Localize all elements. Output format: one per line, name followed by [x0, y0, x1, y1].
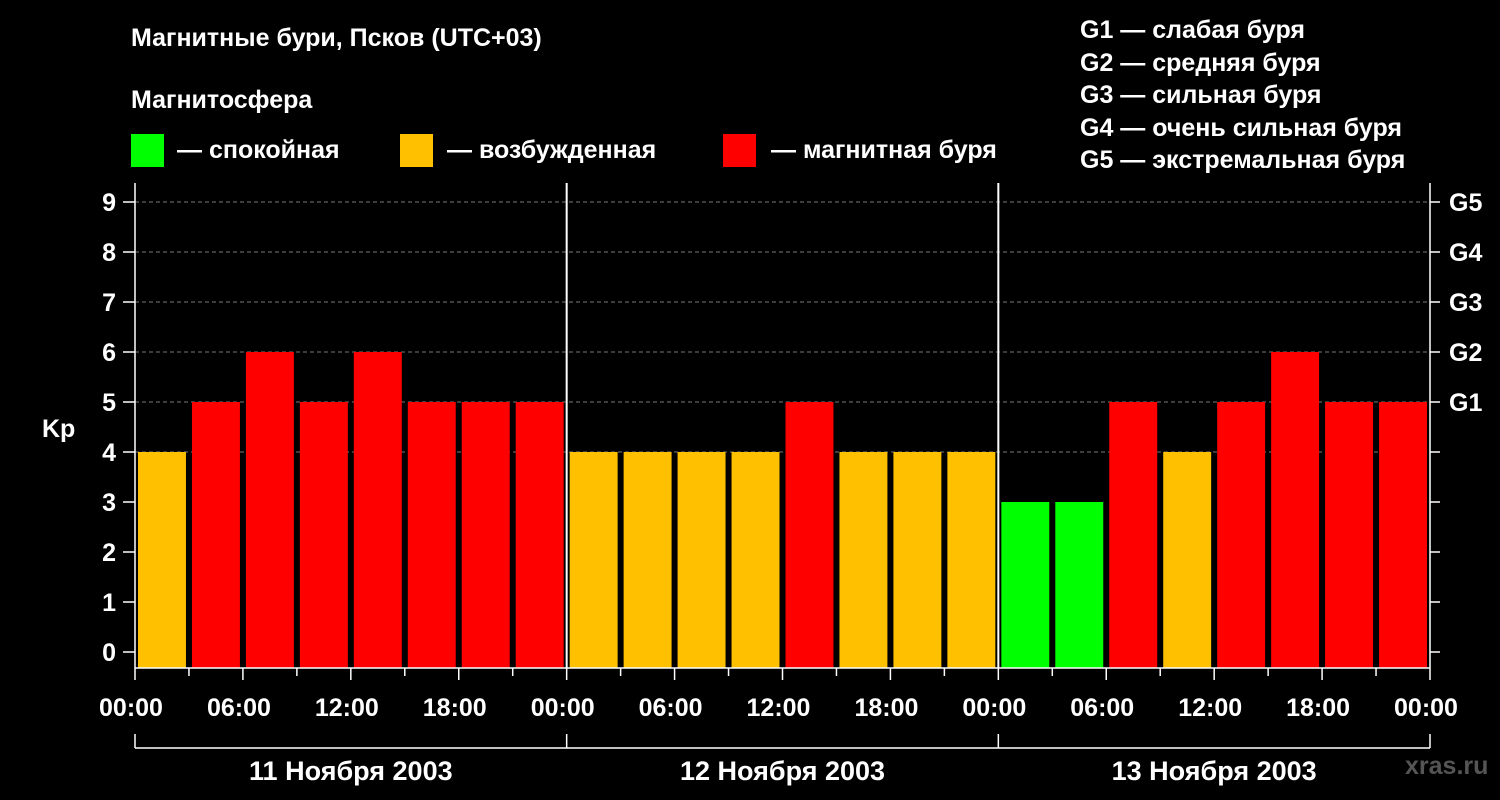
kp-bar: [947, 452, 996, 668]
kp-bar: [1163, 452, 1212, 668]
x-tick-label: 18:00: [854, 694, 918, 722]
y-axis-label: Kp: [42, 415, 75, 443]
y-tick-label: 4: [102, 439, 116, 467]
kp-bar: [569, 452, 618, 668]
y-tick-label: 2: [102, 539, 116, 567]
kp-bar: [839, 452, 888, 668]
kp-bar: [515, 402, 564, 668]
y-tick-label: 7: [102, 289, 116, 317]
kp-bar: [1325, 402, 1374, 668]
x-tick-label: 00:00: [99, 694, 163, 722]
date-label: 12 Ноября 2003: [680, 756, 885, 786]
watermark: xras.ru: [1405, 752, 1489, 780]
kp-bar: [893, 452, 942, 668]
kp-bar: [353, 352, 402, 668]
kp-bar: [1379, 402, 1427, 668]
x-tick-label: 12:00: [315, 694, 379, 722]
kp-bar: [1217, 402, 1266, 668]
x-tick-label: 06:00: [207, 694, 271, 722]
kp-bar: [785, 402, 834, 668]
x-tick-label: 06:00: [639, 694, 703, 722]
kp-bar: [1271, 352, 1320, 668]
x-tick-label: 18:00: [1286, 694, 1350, 722]
kp-bar-chart: 0 1 2 3 4 5 6 7 8 9 G1 G2 G3 G4 G5 Kp 00:00 06:00 12:00 18:…: [42, 183, 1482, 786]
y-tick-label: 6: [102, 339, 116, 367]
g-tick-label: G1: [1449, 389, 1482, 417]
y-tick-label: 9: [102, 189, 116, 217]
x-tick-label: 12:00: [1178, 694, 1242, 722]
kp-bar: [138, 452, 186, 668]
g-tick-label: G4: [1449, 239, 1482, 267]
x-tick-label: 06:00: [1070, 694, 1134, 722]
date-label: 13 Ноября 2003: [1112, 756, 1317, 786]
x-tick-label: 00:00: [531, 694, 595, 722]
y-tick-label: 0: [102, 639, 116, 667]
x-tick-label: 12:00: [747, 694, 811, 722]
g-tick-label: G3: [1449, 289, 1482, 317]
kp-bar: [461, 402, 510, 668]
kp-bar: [1109, 402, 1158, 668]
kp-bar: [1055, 502, 1104, 668]
kp-bar: [1001, 502, 1050, 668]
kp-bar: [623, 452, 672, 668]
y-tick-label: 1: [102, 589, 116, 617]
g-tick-label: G2: [1449, 339, 1482, 367]
kp-bar: [299, 402, 348, 668]
x-tick-label: 00:00: [962, 694, 1026, 722]
y-tick-label: 5: [102, 389, 116, 417]
kp-bar: [407, 402, 456, 668]
date-label: 11 Ноября 2003: [249, 756, 453, 786]
y-tick-label: 3: [102, 489, 116, 517]
kp-bar: [677, 452, 726, 668]
x-tick-label: 00:00: [1394, 694, 1458, 722]
x-tick-label: 18:00: [423, 694, 487, 722]
kp-bar: [731, 452, 780, 668]
kp-bar: [245, 352, 294, 668]
g-tick-label: G5: [1449, 189, 1482, 217]
y-tick-label: 8: [102, 239, 116, 267]
kp-bar: [191, 402, 240, 668]
